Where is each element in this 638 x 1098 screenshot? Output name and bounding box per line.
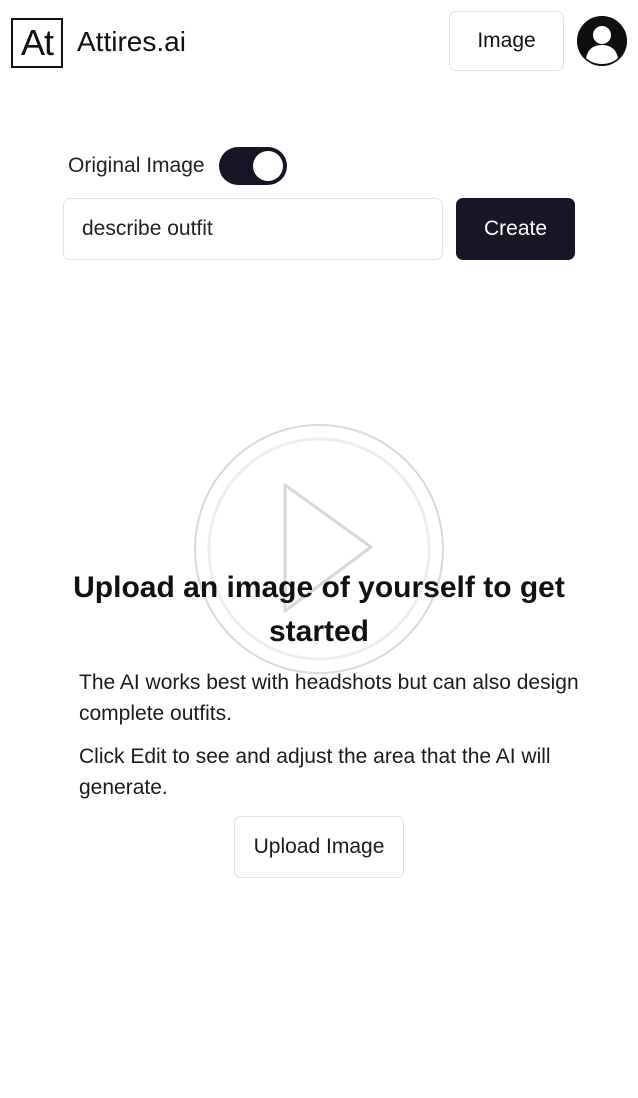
brand-name: Attires.ai: [77, 26, 186, 57]
upload-headline: Upload an image of yourself to get start…: [73, 571, 565, 648]
outfit-description-input[interactable]: [63, 198, 443, 260]
logo[interactable]: At: [11, 18, 63, 68]
edit-instructions-paragraph: Click Edit to see and adjust the area th…: [79, 745, 551, 799]
avatar-graphic: [577, 16, 627, 66]
app-page: At Attires.ai Image Original Image Creat…: [0, 0, 638, 1098]
user-avatar-icon[interactable]: [577, 16, 627, 66]
original-image-toggle-row: Original Image: [68, 146, 287, 186]
image-button[interactable]: Image: [449, 11, 564, 71]
toggle-label: Original Image: [68, 154, 205, 177]
intro-paragraph: The AI works best with headshots but can…: [79, 671, 579, 725]
create-button[interactable]: Create: [456, 198, 575, 260]
toggle-knob: [252, 151, 283, 181]
original-image-toggle[interactable]: [218, 147, 287, 185]
top-header: At Attires.ai Image: [0, 0, 638, 84]
logo-text: At: [20, 22, 54, 63]
upload-image-button[interactable]: Upload Image: [234, 816, 404, 878]
